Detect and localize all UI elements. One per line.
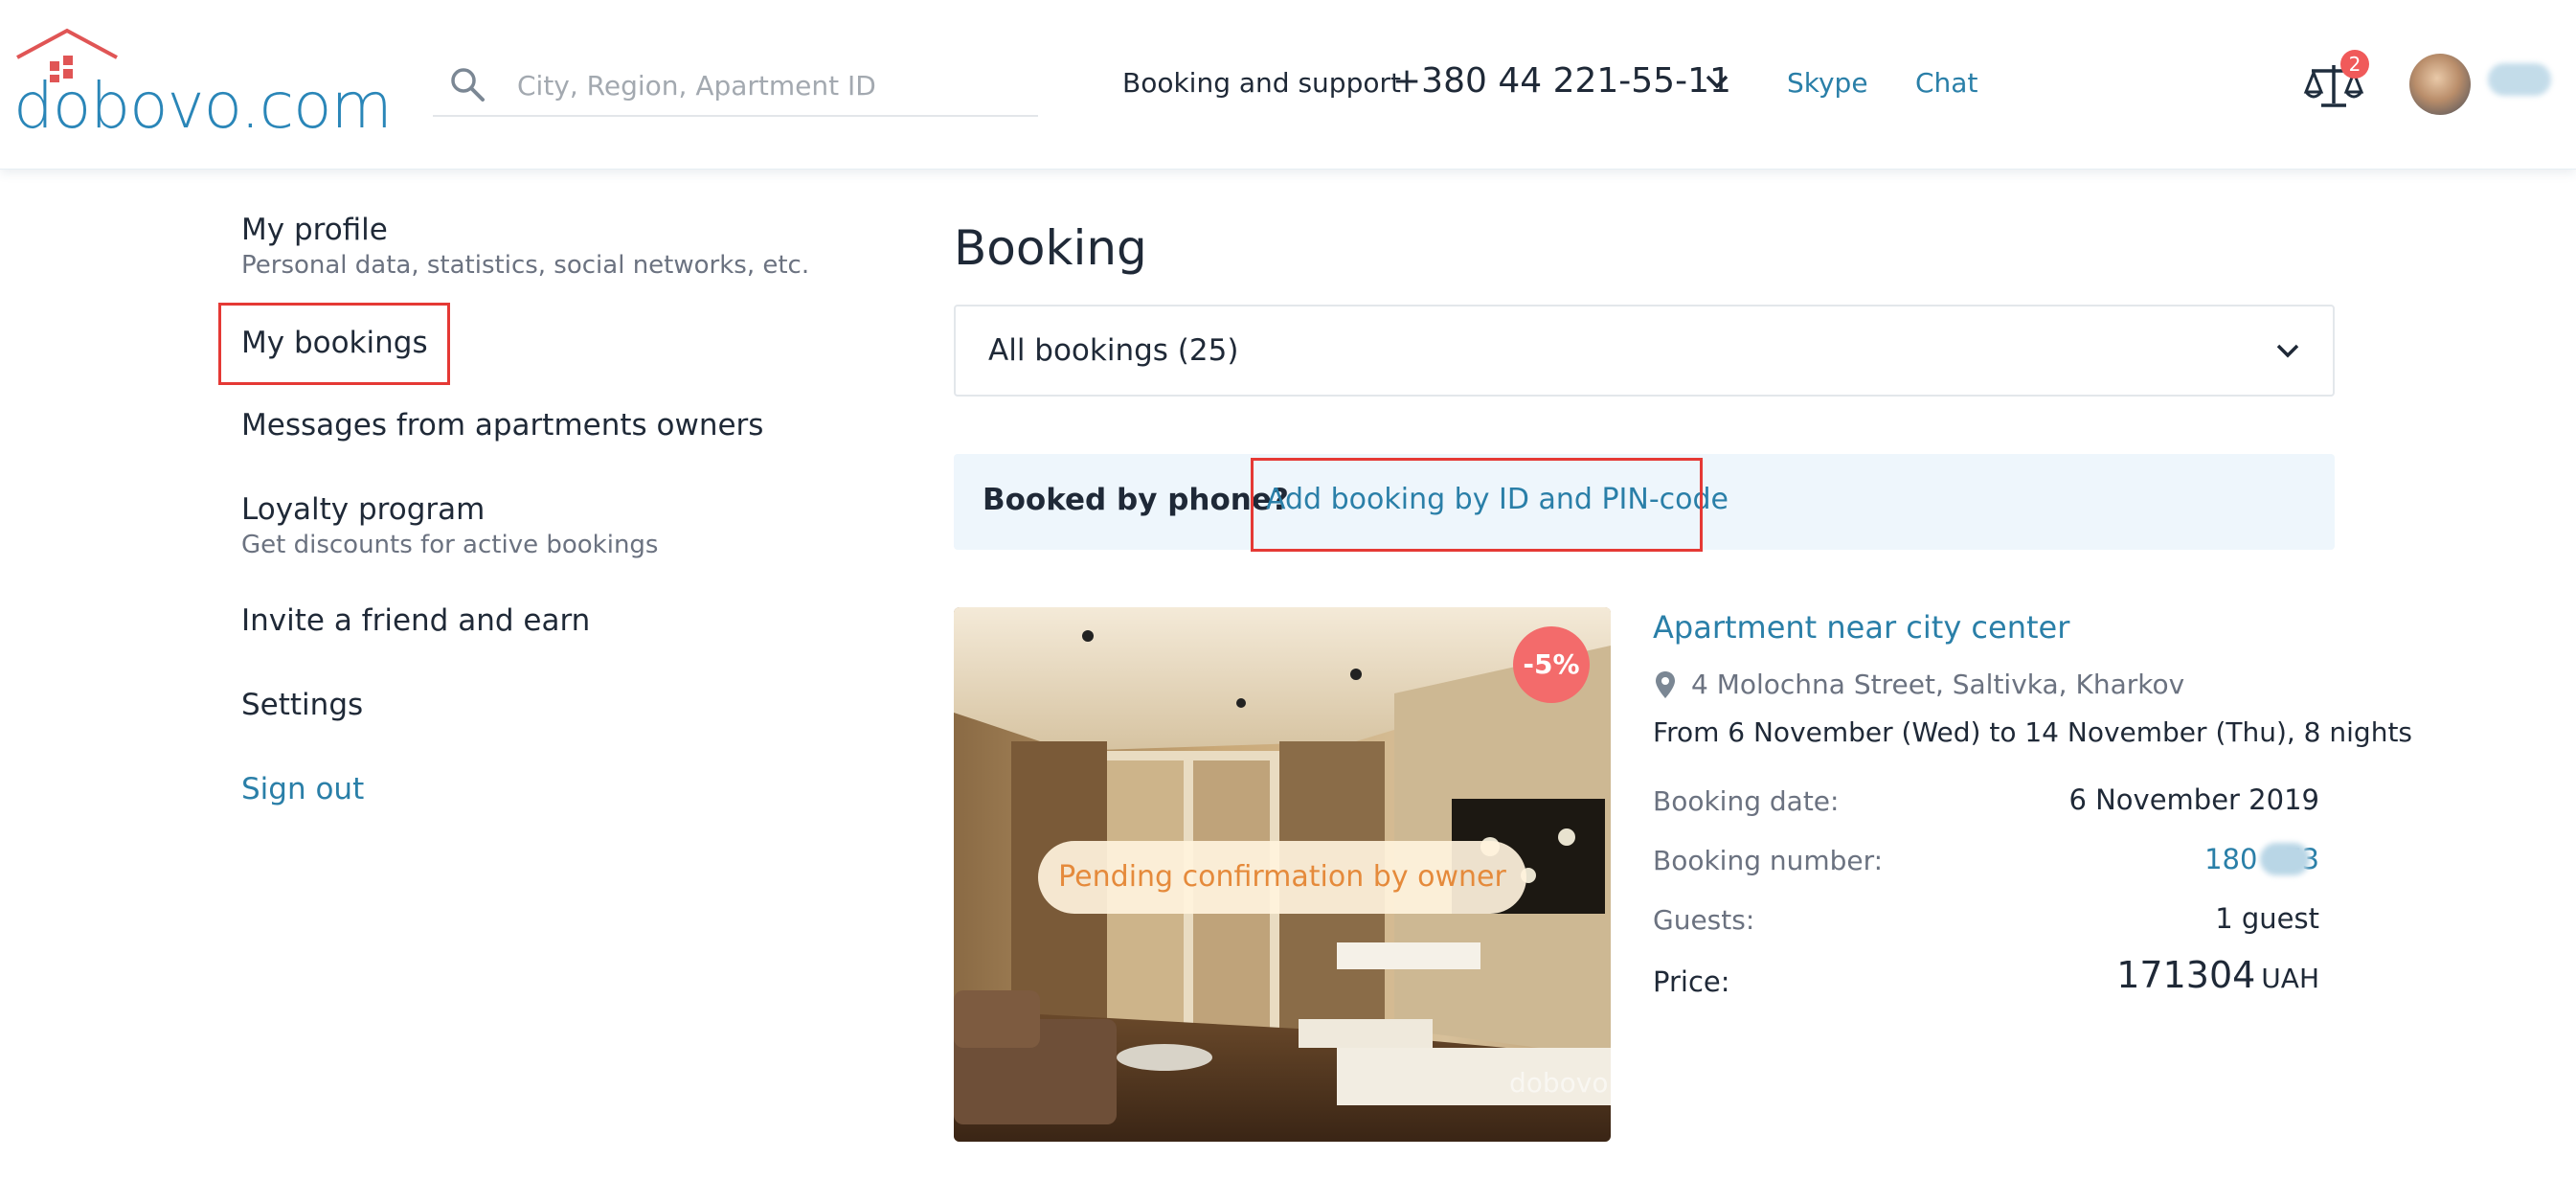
booking-number-label: Booking number: xyxy=(1653,845,1884,876)
discount-badge: -5% xyxy=(1513,626,1590,703)
location-pin-icon xyxy=(1656,671,1675,698)
search-icon xyxy=(451,68,485,102)
support-phone[interactable]: +380 44 221-55-11 xyxy=(1392,61,1731,101)
booking-date-value: 6 November 2019 xyxy=(2068,783,2319,816)
sidebar-item-messages[interactable]: Messages from apartments owners xyxy=(241,408,763,442)
price-amount: 171304 xyxy=(2116,954,2256,996)
highlight-add-booking xyxy=(1251,458,1703,552)
dobovo-logo[interactable]: dobovo.com xyxy=(13,27,393,143)
apartment-photo[interactable]: -5% Pending confirmation by owner dobovo… xyxy=(954,607,1611,1142)
sidebar-item-invite[interactable]: Invite a friend and earn xyxy=(241,603,590,638)
guests-value: 1 guest xyxy=(2215,902,2319,935)
chevron-down-icon[interactable] xyxy=(1705,73,1729,92)
sidebar-item-loyalty-sub: Get discounts for active bookings xyxy=(241,531,659,559)
page-title: Booking xyxy=(954,220,1147,276)
bookings-filter-select[interactable]: All bookings (25) xyxy=(954,305,2335,397)
highlight-my-bookings xyxy=(218,303,450,385)
apartment-title-link[interactable]: Apartment near city center xyxy=(1653,609,2069,646)
booking-status-badge: Pending confirmation by owner xyxy=(1038,841,1526,914)
sidebar-item-my-profile[interactable]: My profile xyxy=(241,213,388,247)
price-label: Price: xyxy=(1653,965,1730,998)
compare-count-badge: 2 xyxy=(2340,50,2369,79)
logo-text: dobovo.com xyxy=(13,69,393,143)
bookings-filter-value: All bookings (25) xyxy=(988,333,1239,368)
sidebar-item-loyalty[interactable]: Loyalty program xyxy=(241,492,485,527)
phone-booking-question: Booked by phone? xyxy=(983,483,1289,517)
skype-link[interactable]: Skype xyxy=(1787,67,1868,99)
search-bar xyxy=(433,59,1038,117)
support-label: Booking and support xyxy=(1122,67,1401,99)
header: dobovo.com Booking and support +380 44 2… xyxy=(0,0,2576,170)
chevron-down-icon xyxy=(2276,344,2299,358)
apartment-address: 4 Molochna Street, Saltivka, Kharkov xyxy=(1691,669,2185,700)
user-avatar[interactable] xyxy=(2409,54,2471,115)
sidebar-item-sign-out[interactable]: Sign out xyxy=(241,772,364,806)
photo-watermark: dobovo. xyxy=(1509,1067,1611,1099)
booking-date-label: Booking date: xyxy=(1653,785,1840,817)
price-currency: UAH xyxy=(2261,963,2319,994)
price-value: 171304 UAH xyxy=(2116,954,2319,996)
sidebar-item-my-profile-sub: Personal data, statistics, social networ… xyxy=(241,251,810,280)
guests-label: Guests: xyxy=(1653,904,1755,936)
sidebar-item-settings[interactable]: Settings xyxy=(241,688,363,722)
booking-dates: From 6 November (Wed) to 14 November (Th… xyxy=(1653,716,2413,748)
booking-number-blur xyxy=(2260,843,2310,875)
username-blurred[interactable] xyxy=(2488,63,2551,96)
chat-link[interactable]: Chat xyxy=(1915,67,1977,99)
search-input[interactable] xyxy=(515,61,1017,109)
